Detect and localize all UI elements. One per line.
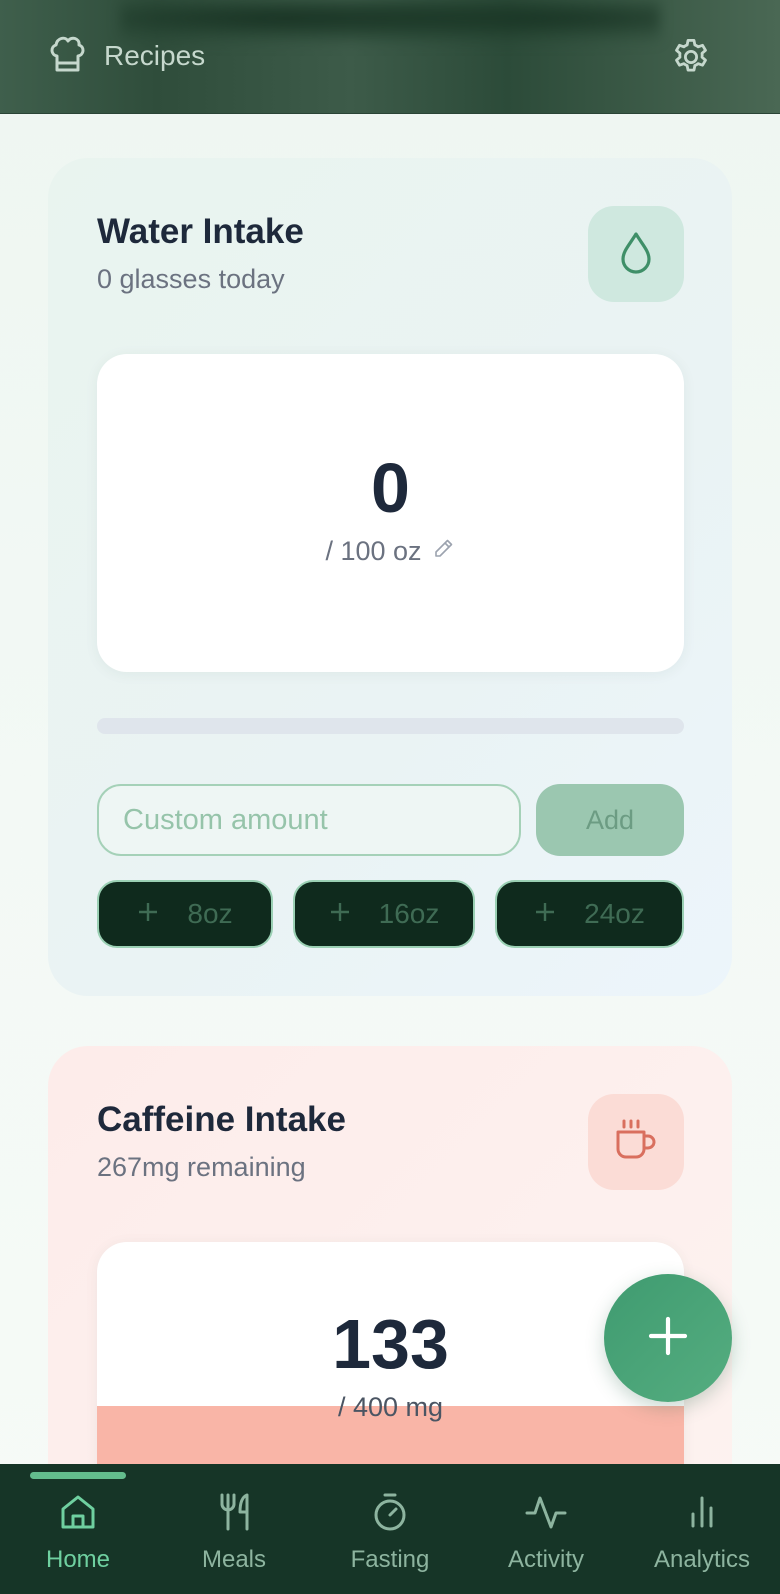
activity-pulse-icon bbox=[525, 1490, 567, 1534]
caffeine-card-subtitle: 267mg remaining bbox=[97, 1152, 306, 1182]
quick-add-label: 8oz bbox=[187, 898, 233, 929]
bar-chart-icon bbox=[682, 1490, 722, 1534]
quick-add-8oz-button[interactable]: 8oz bbox=[97, 880, 273, 948]
nav-label-meals: Meals bbox=[201, 1546, 267, 1573]
caffeine-current-value: 133 bbox=[332, 1305, 449, 1383]
quick-add-label: 24oz bbox=[584, 898, 645, 929]
water-progress-bar bbox=[97, 718, 684, 734]
water-intake-card: Water Intake 0 glasses today 0 / 100 oz … bbox=[48, 158, 732, 996]
plus-icon bbox=[137, 898, 159, 930]
stopwatch-icon bbox=[370, 1490, 410, 1534]
caffeine-goal-text: / 400 mg bbox=[337, 1392, 444, 1422]
bottom-navigation: Home Meals Fasting Activity Analytics bbox=[0, 1464, 780, 1594]
nav-tab-meals[interactable]: Meals bbox=[156, 1490, 312, 1580]
chef-hat-icon bbox=[48, 34, 86, 79]
nav-label-analytics: Analytics bbox=[653, 1546, 751, 1573]
nav-tab-analytics[interactable]: Analytics bbox=[624, 1490, 780, 1580]
nav-label-home: Home bbox=[45, 1546, 111, 1573]
plus-icon bbox=[534, 898, 556, 930]
nav-label-activity: Activity bbox=[507, 1546, 584, 1573]
custom-amount-input[interactable] bbox=[97, 784, 521, 856]
water-card-subtitle: 0 glasses today bbox=[97, 264, 285, 294]
settings-button[interactable] bbox=[670, 36, 712, 78]
water-total-panel: 0 / 100 oz bbox=[97, 354, 684, 672]
recipes-link[interactable]: Recipes bbox=[48, 36, 205, 76]
water-goal-text: / 100 oz bbox=[325, 536, 422, 566]
add-custom-button[interactable]: Add bbox=[536, 784, 684, 856]
water-icon-tile bbox=[588, 206, 684, 302]
active-tab-indicator bbox=[30, 1472, 126, 1479]
quick-add-16oz-button[interactable]: 16oz bbox=[293, 880, 475, 948]
pencil-icon[interactable] bbox=[432, 536, 456, 567]
gear-icon bbox=[670, 38, 712, 82]
droplet-icon bbox=[616, 230, 656, 279]
water-current-value: 0 bbox=[371, 449, 410, 527]
recipes-label: Recipes bbox=[104, 40, 206, 71]
nav-label-fasting: Fasting bbox=[350, 1546, 430, 1573]
nav-tab-home[interactable]: Home bbox=[0, 1490, 156, 1580]
quick-add-label: 16oz bbox=[378, 898, 440, 929]
nav-tab-fasting[interactable]: Fasting bbox=[312, 1490, 468, 1580]
utensils-icon bbox=[214, 1490, 254, 1534]
caffeine-icon-tile bbox=[588, 1094, 684, 1190]
caffeine-card-title: Caffeine Intake bbox=[97, 1100, 346, 1139]
water-goal-row[interactable]: / 100 oz bbox=[97, 536, 684, 567]
quick-add-24oz-button[interactable]: 24oz bbox=[495, 880, 684, 948]
top-app-bar: Recipes bbox=[0, 0, 780, 114]
plus-icon bbox=[329, 898, 351, 930]
water-card-title: Water Intake bbox=[97, 212, 304, 251]
nav-tab-activity[interactable]: Activity bbox=[468, 1490, 624, 1580]
home-icon bbox=[58, 1490, 98, 1534]
coffee-cup-icon bbox=[613, 1117, 659, 1168]
